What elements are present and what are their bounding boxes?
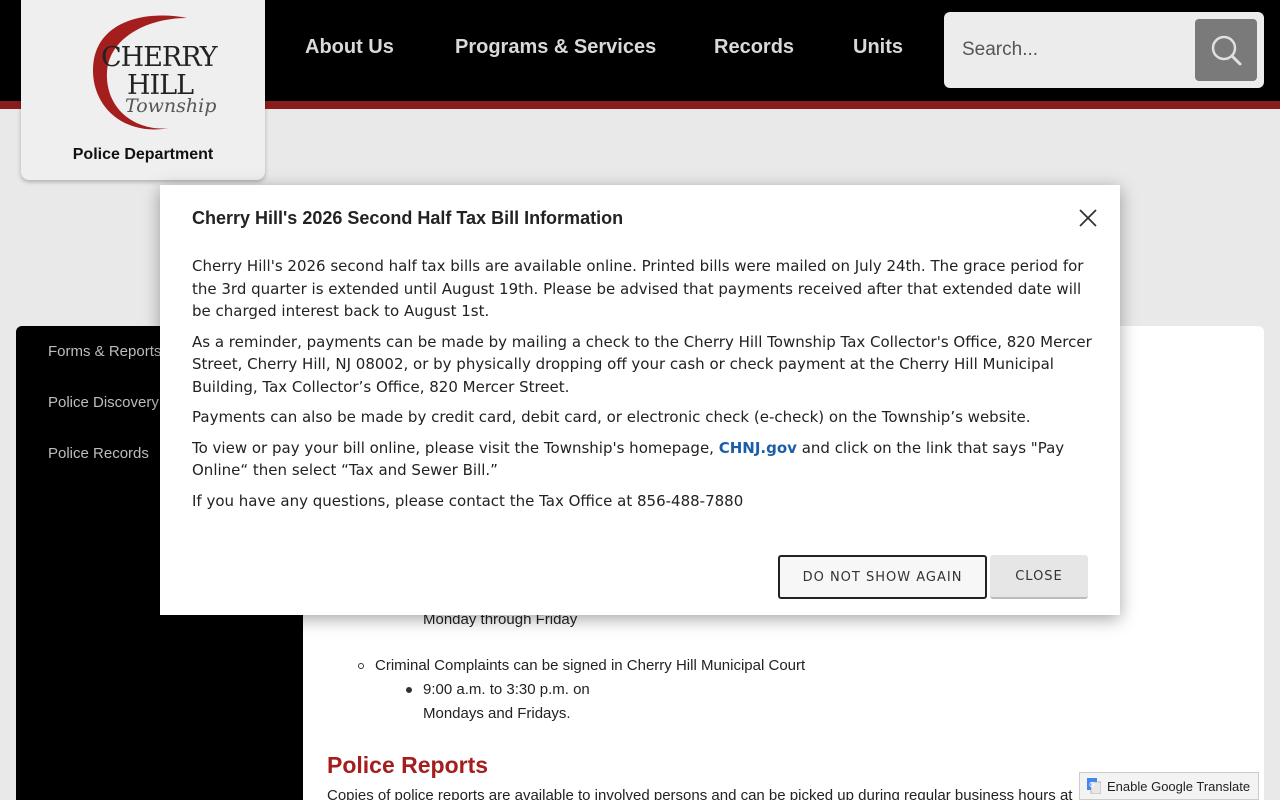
close-icon (1079, 209, 1097, 227)
online-text-before: To view or pay your bill online, please … (192, 438, 719, 457)
modal-paragraph-grace-period: Cherry Hill's 2026 second half tax bills… (192, 257, 1084, 320)
modal-title: Cherry Hill's 2026 Second Half Tax Bill … (192, 208, 624, 228)
modal-overlay: Cherry Hill's 2026 Second Half Tax Bill … (0, 0, 1280, 800)
svg-text:G: G (1089, 781, 1094, 789)
modal-paragraph-contact: If you have any questions, please contac… (192, 491, 744, 510)
google-translate-icon: G (1087, 778, 1101, 794)
google-translate-button[interactable]: G Enable Google Translate (1079, 772, 1259, 800)
close-button[interactable]: CLOSE (990, 555, 1088, 599)
do-not-show-again-button[interactable]: DO NOT SHOW AGAIN (778, 555, 987, 599)
modal-body: Cherry Hill's 2026 second half tax bills… (192, 255, 1092, 520)
google-translate-label: Enable Google Translate (1107, 779, 1251, 794)
tax-bill-modal: Cherry Hill's 2026 Second Half Tax Bill … (160, 185, 1120, 615)
modal-paragraph-mail-payment: As a reminder, payments can be made by m… (192, 332, 1092, 396)
modal-paragraph-card-payment: Payments can also be made by credit card… (192, 408, 1031, 426)
modal-paragraph-online: To view or pay your bill online, please … (192, 437, 1092, 482)
modal-close-icon-button[interactable] (1076, 206, 1100, 230)
chnj-link[interactable]: CHNJ.gov (719, 439, 797, 457)
